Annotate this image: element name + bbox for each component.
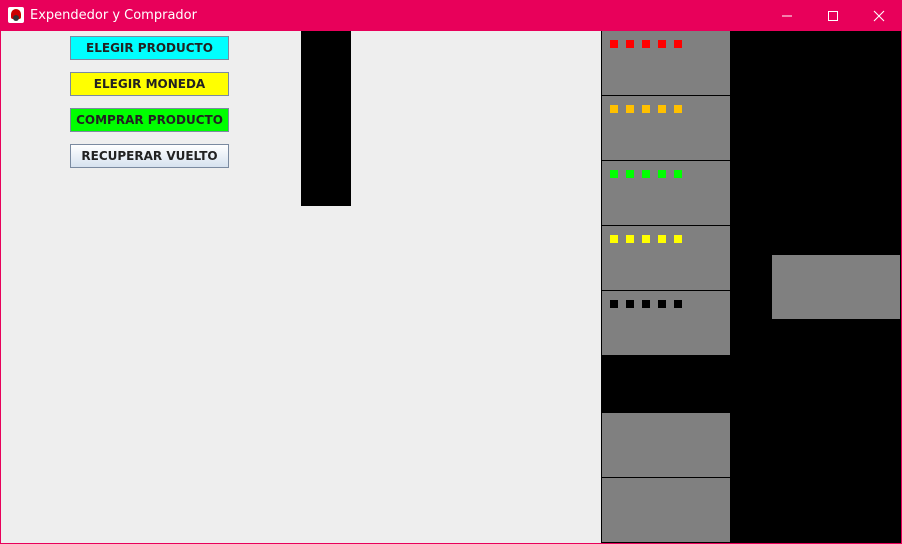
recuperar-vuelto-button[interactable]: RECUPERAR VUELTO: [70, 144, 229, 168]
coin-slot-column: [301, 31, 351, 206]
product-unit-dot: [610, 40, 618, 48]
app-icon: [8, 7, 24, 23]
product-dots: [610, 235, 682, 243]
product-unit-dot: [658, 300, 666, 308]
product-unit-dot: [642, 300, 650, 308]
window-title: Expendedor y Comprador: [30, 8, 197, 23]
product-unit-dot: [674, 105, 682, 113]
product-unit-dot: [674, 170, 682, 178]
title-bar[interactable]: Expendedor y Comprador: [0, 0, 902, 31]
product-slot: [602, 31, 730, 95]
maximize-button[interactable]: [810, 0, 856, 31]
product-unit-dot: [658, 40, 666, 48]
product-unit-dot: [642, 235, 650, 243]
close-button[interactable]: [856, 0, 902, 31]
product-unit-dot: [674, 235, 682, 243]
close-icon: [873, 10, 885, 21]
product-dots: [610, 105, 682, 113]
product-unit-dot: [658, 235, 666, 243]
product-dots: [610, 40, 682, 48]
product-unit-dot: [610, 105, 618, 113]
comprar-producto-button[interactable]: COMPRAR PRODUCTO: [70, 108, 229, 132]
change-tray: [772, 255, 900, 319]
elegir-producto-button[interactable]: ELEGIR PRODUCTO: [70, 36, 229, 60]
product-slot: [602, 96, 730, 160]
product-unit-dot: [610, 235, 618, 243]
elegir-moneda-button[interactable]: ELEGIR MONEDA: [70, 72, 229, 96]
product-unit-dot: [626, 40, 634, 48]
minimize-icon: [782, 15, 792, 16]
product-slot: [602, 291, 730, 355]
minimize-button[interactable]: [764, 0, 810, 31]
product-unit-dot: [626, 235, 634, 243]
product-unit-dot: [642, 170, 650, 178]
product-slot: [602, 226, 730, 290]
product-unit-dot: [642, 40, 650, 48]
product-unit-dot: [626, 105, 634, 113]
deposit-slot: [602, 413, 730, 477]
product-unit-dot: [674, 40, 682, 48]
app-window: Expendedor y Comprador ELEGIR PRODUCTO E…: [0, 0, 902, 544]
deposit-slot: [602, 478, 730, 542]
main-panel: ELEGIR PRODUCTO ELEGIR MONEDA COMPRAR PR…: [1, 31, 901, 543]
vending-machine-panel: [601, 31, 901, 543]
product-unit-dot: [626, 300, 634, 308]
product-unit-dot: [658, 105, 666, 113]
product-unit-dot: [658, 170, 666, 178]
product-unit-dot: [642, 105, 650, 113]
maximize-icon: [828, 10, 838, 21]
product-unit-dot: [610, 300, 618, 308]
product-slot: [602, 161, 730, 225]
product-dots: [610, 300, 682, 308]
product-dots: [610, 170, 682, 178]
product-unit-dot: [674, 300, 682, 308]
product-unit-dot: [610, 170, 618, 178]
product-unit-dot: [626, 170, 634, 178]
